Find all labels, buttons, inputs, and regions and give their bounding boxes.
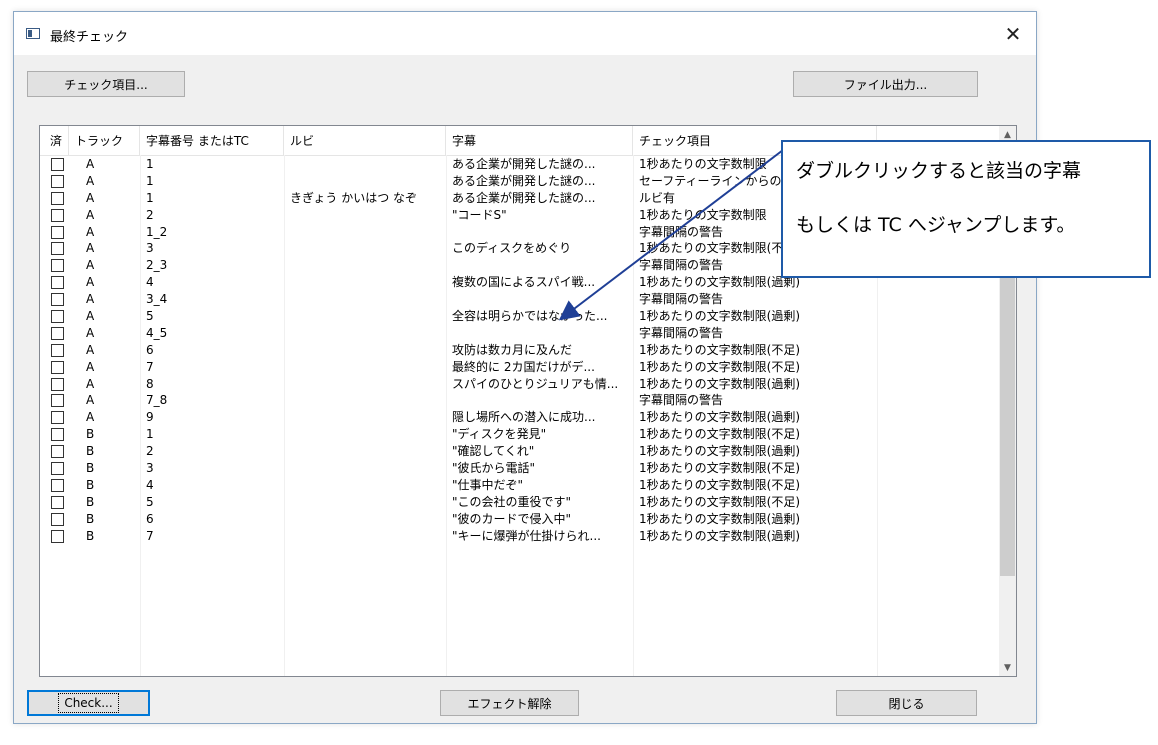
callout-line-1: ダブルクリックすると該当の字幕 [796,160,1082,182]
tooltip-callout: ダブルクリックすると該当の字幕 もしくは TC へジャンプします。 [781,140,1151,278]
callout-line-2: もしくは TC へジャンプします。 [796,214,1076,236]
callout-arrow [558,149,784,321]
